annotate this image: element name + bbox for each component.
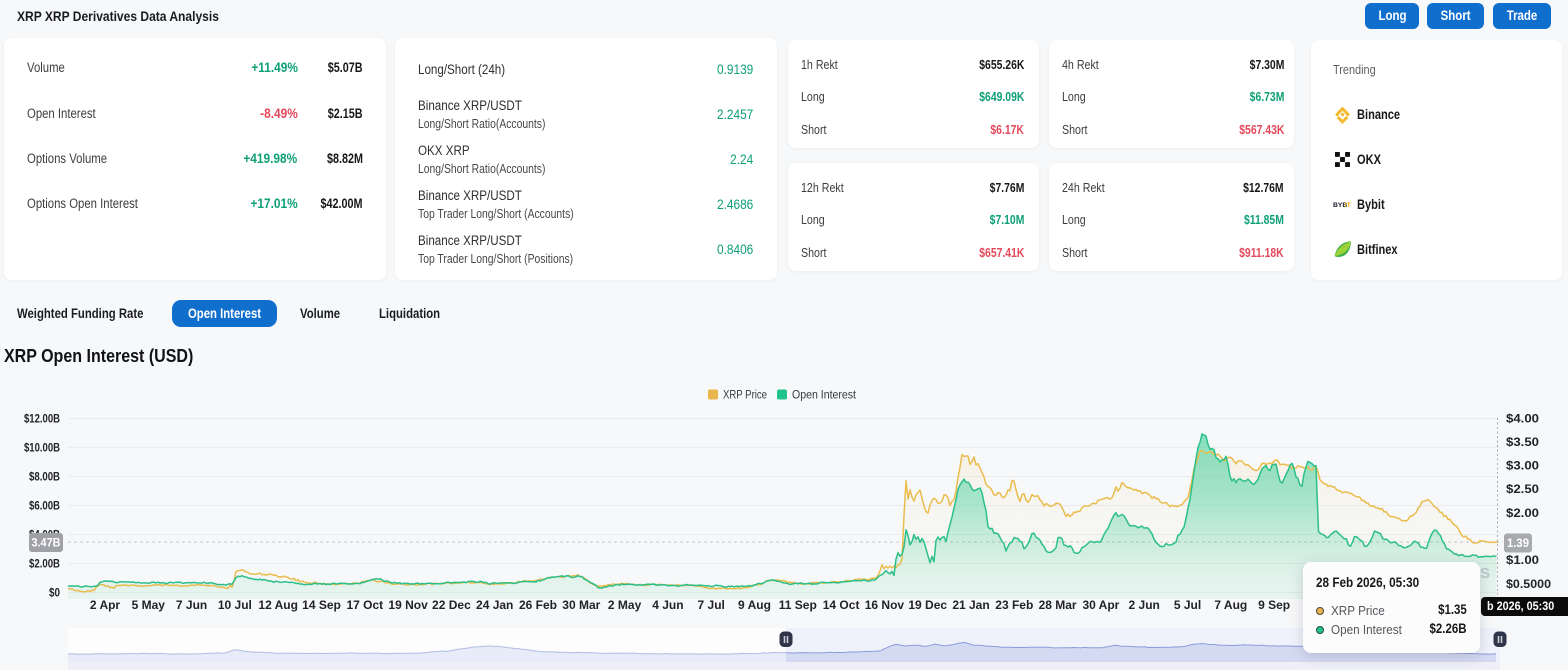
- svg-text:11 Sep: 11 Sep: [779, 598, 817, 612]
- svg-text:$2.00: $2.00: [1506, 506, 1539, 520]
- svg-text:24 Jan: 24 Jan: [476, 598, 513, 612]
- svg-text:$4.00: $4.00: [1506, 412, 1539, 426]
- svg-text:$2.00B: $2.00B: [29, 557, 60, 571]
- svg-text:!T: !T: [1344, 202, 1351, 209]
- svg-text:2 Apr: 2 Apr: [90, 598, 121, 612]
- svg-text:$0: $0: [49, 586, 60, 600]
- svg-text:12 Aug: 12 Aug: [258, 598, 298, 612]
- svg-text:4 Jun: 4 Jun: [652, 598, 683, 612]
- svg-text:$0.5000: $0.5000: [1506, 577, 1551, 591]
- svg-text:23 Feb: 23 Feb: [995, 598, 1033, 612]
- svg-text:30 Apr: 30 Apr: [1082, 598, 1119, 612]
- svg-text:$3.50: $3.50: [1506, 435, 1539, 449]
- svg-text:1.39: 1.39: [1507, 536, 1529, 550]
- svg-text:$12.00B: $12.00B: [24, 412, 60, 426]
- svg-text:16 Nov: 16 Nov: [865, 598, 905, 612]
- svg-text:22 Dec: 22 Dec: [432, 598, 471, 612]
- svg-text:7 Aug: 7 Aug: [1214, 598, 1247, 612]
- svg-text:19 Dec: 19 Dec: [908, 598, 947, 612]
- svg-text:9 Aug: 9 Aug: [738, 598, 771, 612]
- svg-text:19 Nov: 19 Nov: [388, 598, 428, 612]
- svg-text:7 Jul: 7 Jul: [698, 598, 725, 612]
- svg-text:7 Jun: 7 Jun: [176, 598, 207, 612]
- svg-text:30 Mar: 30 Mar: [562, 598, 600, 612]
- svg-text:5 May: 5 May: [132, 598, 166, 612]
- svg-text:$1.00: $1.00: [1506, 553, 1539, 567]
- svg-text:26 Feb: 26 Feb: [519, 598, 557, 612]
- svg-text:$6.00B: $6.00B: [29, 499, 60, 513]
- svg-text:$2.50: $2.50: [1506, 482, 1539, 496]
- svg-text:XRP Price: XRP Price: [723, 390, 767, 402]
- svg-text:9 Sep: 9 Sep: [1258, 598, 1290, 612]
- svg-text:3.47B: 3.47B: [32, 536, 61, 550]
- svg-text:14 Sep: 14 Sep: [302, 598, 341, 612]
- svg-text:Open Interest: Open Interest: [792, 390, 857, 402]
- svg-text:$8.00B: $8.00B: [29, 470, 60, 484]
- svg-text:$10.00B: $10.00B: [24, 441, 60, 455]
- svg-text:21 Jan: 21 Jan: [952, 598, 989, 612]
- svg-text:28 Mar: 28 Mar: [1039, 598, 1077, 612]
- svg-text:5 Jul: 5 Jul: [1174, 598, 1201, 612]
- svg-text:2 Jun: 2 Jun: [1129, 598, 1160, 612]
- svg-text:$3.00: $3.00: [1506, 459, 1539, 473]
- svg-text:17 Oct: 17 Oct: [346, 598, 383, 612]
- svg-text:2 May: 2 May: [608, 598, 642, 612]
- svg-text:10 Jul: 10 Jul: [218, 598, 252, 612]
- svg-text:14 Oct: 14 Oct: [823, 598, 860, 612]
